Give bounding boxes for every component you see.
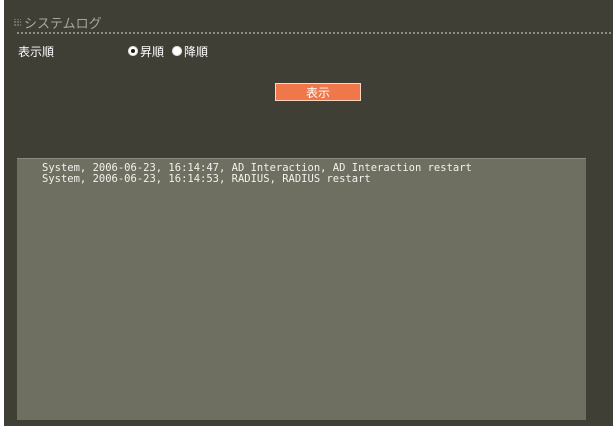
log-line: System, 2006-06-23, 16:14:53, RADIUS, RA… <box>42 173 371 185</box>
radio-ascending-label: 昇順 <box>140 44 165 59</box>
radio-descending-indicator[interactable] <box>172 46 183 56</box>
section-header: システムログ <box>14 12 102 32</box>
display-order-label: 表示順 <box>18 44 55 59</box>
show-button[interactable]: 表示 <box>275 83 361 101</box>
radio-descending-label: 降順 <box>184 44 209 59</box>
radio-descending[interactable]: 降順 <box>172 43 208 60</box>
panel-bottom-edge <box>4 420 613 426</box>
section-title: システムログ <box>24 16 102 32</box>
radio-ascending[interactable]: 昇順 <box>128 43 164 60</box>
log-output[interactable]: System, 2006-06-23, 16:14:47, AD Interac… <box>17 158 586 420</box>
radio-ascending-indicator[interactable] <box>128 46 138 56</box>
header-divider <box>17 32 611 34</box>
display-order-row: 表示順 昇順 降順 <box>18 42 216 60</box>
system-log-panel: システムログ 表示順 昇順 降順 表示 System, 2006-06-23, … <box>4 0 613 426</box>
grid-icon <box>14 18 21 26</box>
